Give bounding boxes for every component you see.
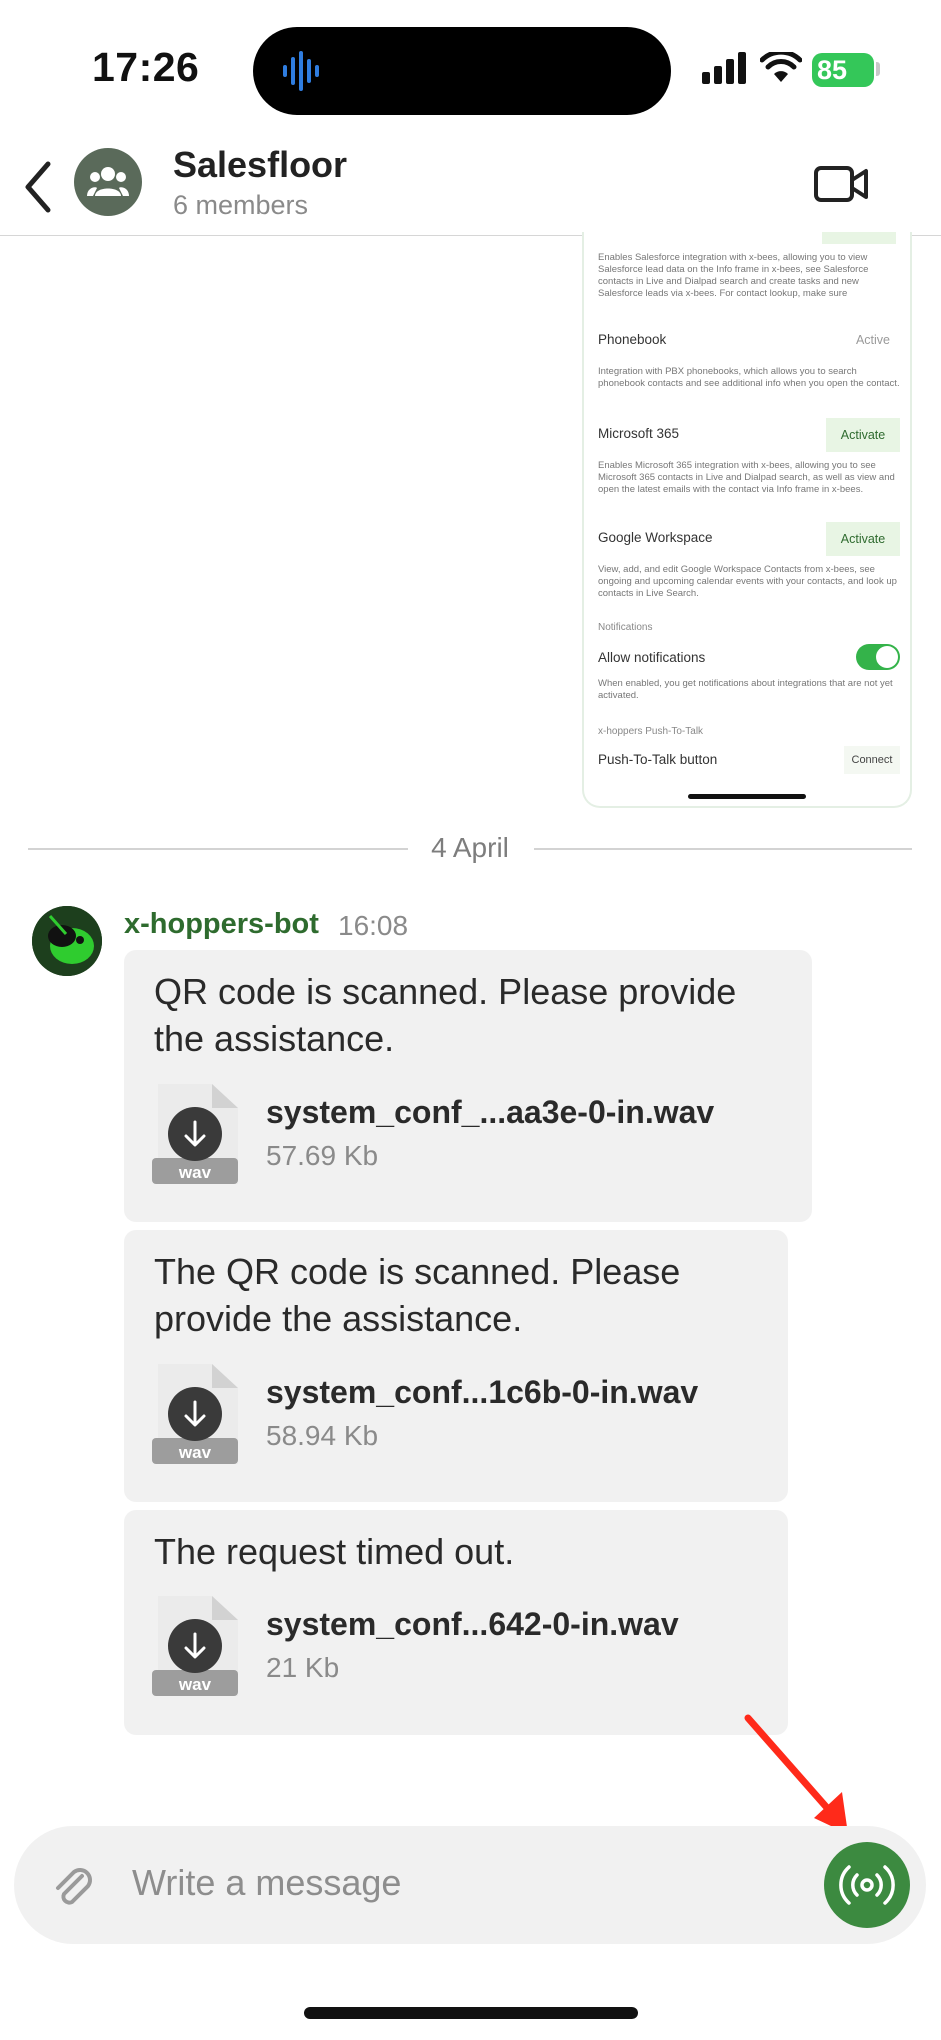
date-divider: 4 April [28, 830, 912, 870]
ptt-connect-button: Connect [844, 746, 900, 774]
microsoft-row: Microsoft 365 Activate [598, 416, 900, 452]
google-activate-button: Activate [826, 522, 900, 556]
status-time: 17:26 [92, 44, 200, 90]
push-to-talk-icon [839, 1865, 895, 1905]
file-name[interactable]: system_conf...1c6b-0-in.wav [266, 1374, 698, 1411]
dynamic-island [253, 27, 671, 115]
wav-file-download-icon[interactable]: wav [152, 1596, 238, 1696]
allow-notifications-toggle [856, 644, 900, 670]
message-text-line: the assistance. [154, 1018, 395, 1059]
file-size: 58.94 Kb [266, 1420, 379, 1451]
svg-text:wav: wav [178, 1675, 212, 1694]
google-title: Google Workspace [598, 530, 713, 545]
message-text-line: QR code is scanned. Please provide [154, 971, 737, 1012]
ptt-row: Push-To-Talk button Connect [598, 742, 900, 776]
file-size: 57.69 Kb [266, 1140, 379, 1171]
google-row: Google Workspace Activate [598, 520, 900, 556]
svg-text:wav: wav [178, 1163, 212, 1182]
chat-header: Salesfloor 6 members [0, 140, 941, 236]
file-size: 21 Kb [266, 1652, 340, 1683]
screenshot-home-indicator [688, 794, 806, 799]
battery-nub [876, 62, 880, 76]
home-indicator [304, 2007, 638, 2019]
shared-screenshot[interactable]: Enables Salesforce integration with x-be… [582, 232, 912, 808]
voice-wave-icon [283, 51, 319, 91]
status-bar: 17:26 85 [0, 0, 941, 140]
ptt-heading: x-hoppers Push-To-Talk [598, 726, 704, 737]
message-bubble[interactable]: The request timed out. wav system_conf..… [124, 1510, 788, 1735]
red-annotation-arrow-icon [744, 1714, 848, 1834]
wav-file-download-icon[interactable]: wav [152, 1364, 238, 1464]
svg-text:wav: wav [178, 1443, 212, 1462]
group-avatar[interactable] [74, 148, 142, 216]
file-name[interactable]: system_conf_...aa3e-0-in.wav [266, 1094, 714, 1131]
notifications-heading: Notifications [598, 622, 653, 633]
message-text-line: The QR code is scanned. Please [154, 1251, 681, 1292]
signal-icon [702, 52, 746, 84]
message-time: 16:08 [338, 910, 409, 941]
message-text-line: provide the assistance. [154, 1298, 523, 1339]
ptt-row-title: Push-To-Talk button [598, 752, 718, 767]
message-bubble[interactable]: QR code is scanned. Please provide the a… [124, 950, 812, 1222]
push-to-talk-button[interactable] [824, 1842, 910, 1928]
microsoft-activate-button: Activate [826, 418, 900, 452]
grasshopper-logo-icon [32, 906, 102, 976]
allow-notifications-description: When enabled, you get notifications abou… [598, 678, 893, 701]
google-description: View, add, and edit Google Workspace Con… [598, 564, 897, 599]
message-bubble[interactable]: The QR code is scanned. Please provide t… [124, 1230, 788, 1502]
screenshot-cut-button [822, 232, 896, 244]
allow-notifications-row: Allow notifications [598, 640, 900, 674]
wav-file-download-icon[interactable]: wav [152, 1084, 238, 1184]
file-name[interactable]: system_conf...642-0-in.wav [266, 1606, 679, 1643]
back-chevron-icon[interactable] [14, 154, 64, 220]
video-camera-icon[interactable] [812, 160, 872, 208]
battery-indicator: 85 [812, 53, 874, 87]
phonebook-status: Active [855, 333, 890, 347]
paperclip-icon[interactable] [50, 1864, 96, 1910]
date-label: 4 April [413, 832, 527, 863]
message-sender[interactable]: x-hoppers-bot [124, 908, 319, 941]
chat-member-count: 6 members [173, 190, 309, 220]
message-composer: Write a message [14, 1826, 926, 1944]
message-input[interactable]: Write a message [132, 1862, 401, 1904]
microsoft-description: Enables Microsoft 365 integration with x… [598, 460, 895, 495]
chat-title[interactable]: Salesfloor [173, 144, 347, 186]
allow-notifications-title: Allow notifications [598, 650, 706, 665]
microsoft-title: Microsoft 365 [598, 426, 680, 441]
group-icon [87, 167, 129, 196]
wifi-icon [760, 52, 802, 82]
bot-avatar[interactable] [32, 906, 102, 976]
message-text-line: The request timed out. [154, 1531, 515, 1572]
phonebook-row: Phonebook Active [598, 322, 900, 356]
phonebook-title: Phonebook [598, 332, 667, 347]
salesforce-description: Enables Salesforce integration with x-be… [598, 252, 869, 299]
phonebook-description: Integration with PBX phonebooks, which a… [598, 366, 900, 389]
